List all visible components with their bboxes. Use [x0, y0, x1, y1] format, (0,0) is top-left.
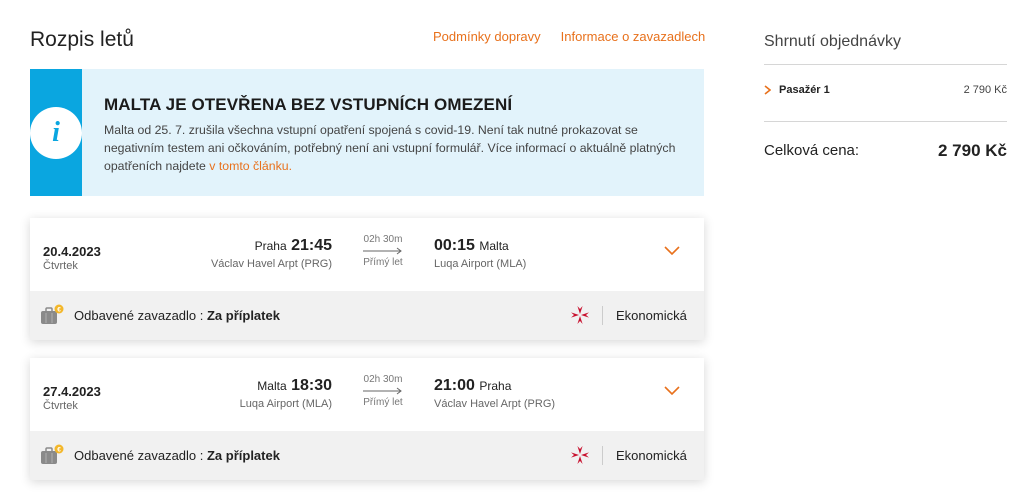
departure: Malta 18:30 Luqa Airport (MLA) [240, 377, 332, 410]
passenger-price: 2 790 Kč [963, 84, 1007, 96]
info-banner-text: MALTA JE OTEVŘENA BEZ VSTUPNÍCH OMEZENÍ … [82, 69, 704, 196]
carriage-conditions-link[interactable]: Podmínky dopravy [433, 29, 541, 44]
info-banner-title: MALTA JE OTEVŘENA BEZ VSTUPNÍCH OMEZENÍ [104, 95, 513, 114]
top-links: Podmínky dopravy Informace o zavazadlech [433, 29, 705, 44]
divider [602, 446, 603, 465]
cabin-class: Ekonomická [616, 448, 687, 463]
divider [764, 121, 1007, 122]
arrival-city: Praha [479, 379, 512, 393]
departure-time: 18:30 [291, 377, 332, 394]
departure-time: 21:45 [291, 237, 332, 254]
flight-duration: 02h 30m [363, 374, 403, 385]
arrival-city: Malta [479, 239, 509, 253]
flight-card-return: 27.4.2023 Čtvrtek Malta 18:30 Luqa Airpo… [30, 358, 704, 480]
flight-details-bar: € Odbavené zavazadlo : Za příplatek Ekon… [30, 431, 704, 480]
flight-duration-block: 02h 30m Přímý let [360, 234, 406, 268]
passenger-label: Pasažér 1 [779, 84, 830, 96]
flight-details-bar: € Odbavené zavazadlo : Za příplatek Ekon… [30, 291, 704, 340]
info-banner-side: i [30, 69, 82, 196]
airline-logo-icon [571, 446, 589, 464]
departure-airport: Luqa Airport (MLA) [239, 398, 332, 410]
total-price: 2 790 Kč [938, 141, 1007, 160]
flight-summary[interactable]: 20.4.2023 Čtvrtek Praha 21:45 Václav Hav… [30, 218, 704, 291]
checked-baggage-label: Odbavené zavazadlo : [74, 448, 207, 463]
flight-date: 20.4.2023 [43, 244, 101, 259]
info-banner-body: Malta od 25. 7. zrušila všechna vstupní … [104, 121, 684, 175]
flight-stops: Přímý let [363, 397, 403, 408]
arrival-airport: Václav Havel Arpt (PRG) [434, 398, 556, 410]
baggage-icon: € [41, 444, 64, 464]
checked-baggage-label: Odbavené zavazadlo : [74, 308, 207, 323]
arrival: 00:15 Malta Luqa Airport (MLA) [434, 237, 526, 270]
arrow-right-icon [363, 247, 402, 255]
total-label: Celková cena: [764, 142, 860, 159]
departure-city: Praha [254, 239, 287, 253]
flight-duration: 02h 30m [363, 234, 403, 245]
svg-text:€: € [57, 307, 61, 314]
arrival-time: 21:00 [434, 377, 475, 394]
flight-date: 27.4.2023 [43, 384, 101, 399]
arrow-right-icon [363, 387, 402, 395]
page-title: Rozpis letů [30, 28, 134, 51]
flight-card-outbound: 20.4.2023 Čtvrtek Praha 21:45 Václav Hav… [30, 218, 704, 340]
flight-weekday: Čtvrtek [43, 400, 78, 412]
departure: Praha 21:45 Václav Havel Arpt (PRG) [211, 237, 332, 270]
baggage-icon: € [41, 304, 64, 324]
cabin-class: Ekonomická [616, 308, 687, 323]
flight-stops: Přímý let [363, 257, 403, 268]
divider [602, 306, 603, 325]
arrival: 21:00 Praha Václav Havel Arpt (PRG) [434, 377, 555, 410]
checked-baggage-value: Za příplatek [206, 448, 280, 463]
flight-weekday: Čtvrtek [43, 260, 78, 272]
svg-text:€: € [57, 447, 61, 454]
departure-airport: Václav Havel Arpt (PRG) [210, 258, 332, 270]
departure-city: Malta [257, 379, 287, 393]
flight-duration-block: 02h 30m Přímý let [360, 374, 406, 408]
info-banner-body-text: Malta od 25. 7. zrušila všechna vstupní … [104, 123, 676, 173]
checked-baggage-value: Za příplatek [206, 308, 280, 323]
chevron-down-icon[interactable] [664, 386, 680, 396]
arrival-airport: Luqa Airport (MLA) [434, 258, 527, 270]
divider [764, 64, 1007, 65]
baggage-info-link[interactable]: Informace o zavazadlech [561, 29, 706, 44]
arrival-time: 00:15 [434, 237, 475, 254]
checked-baggage: Odbavené zavazadlo : Za příplatek [74, 308, 280, 323]
article-link[interactable]: v tomto článku. [209, 159, 292, 173]
info-icon: i [30, 106, 82, 159]
flight-summary[interactable]: 27.4.2023 Čtvrtek Malta 18:30 Luqa Airpo… [30, 358, 704, 431]
chevron-down-icon[interactable] [664, 246, 680, 256]
chevron-right-icon [764, 85, 771, 95]
order-summary-title: Shrnutí objednávky [764, 33, 901, 50]
airline-logo-icon [571, 306, 589, 324]
info-banner: i MALTA JE OTEVŘENA BEZ VSTUPNÍCH OMEZEN… [30, 69, 704, 196]
checked-baggage: Odbavené zavazadlo : Za příplatek [74, 448, 280, 463]
